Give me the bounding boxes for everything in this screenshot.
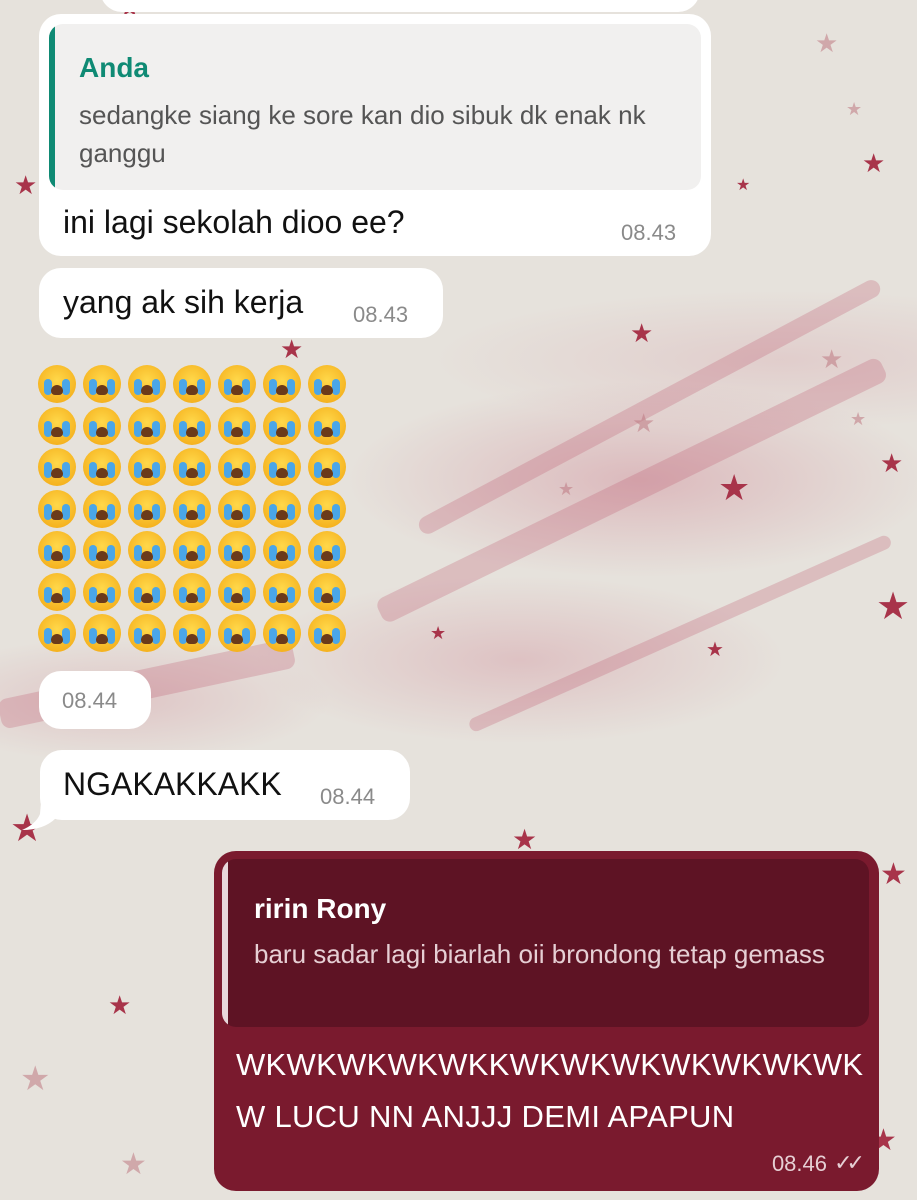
emoji-message[interactable] <box>38 365 353 656</box>
message-time: 08.43 <box>621 220 677 245</box>
loudly-crying-face-icon <box>173 406 211 445</box>
wallpaper-streak <box>467 533 894 734</box>
loudly-crying-face-icon <box>83 531 121 569</box>
loudly-crying-face-icon <box>308 448 346 486</box>
loudly-crying-face-icon <box>173 448 211 486</box>
loudly-crying-face-icon <box>218 572 256 611</box>
loudly-crying-face-icon <box>263 614 301 652</box>
loudly-crying-face-icon <box>173 531 211 569</box>
loudly-crying-face-icon <box>263 531 301 569</box>
loudly-crying-face-icon <box>308 531 346 569</box>
message-time: 08.44 <box>320 784 376 809</box>
message-time: 08.43 <box>353 302 409 327</box>
message-text: yang ak sih kerja <box>63 284 304 320</box>
star-decoration: ★ <box>736 177 751 194</box>
quote-sender-name: Anda <box>79 52 149 83</box>
star-decoration: ★ <box>108 990 132 1020</box>
loudly-crying-face-icon <box>83 406 121 445</box>
message-text: NGAKAKKAKK <box>63 766 282 802</box>
outgoing-message-bubble[interactable]: ririn Rony baru sadar lagi biarlah oii b… <box>214 851 879 1191</box>
loudly-crying-face-icon <box>173 614 211 652</box>
star-decoration: ★ <box>280 334 304 364</box>
star-decoration: ★ <box>512 824 538 855</box>
message-time: 08.46 <box>771 1151 827 1176</box>
loudly-crying-face-icon <box>218 614 256 652</box>
double-check-icon: ✓✓ <box>834 1150 865 1175</box>
loudly-crying-face-icon <box>83 448 121 486</box>
loudly-crying-face-icon <box>308 614 346 652</box>
loudly-crying-face-icon <box>218 406 256 445</box>
reply-quote[interactable]: Anda sedangke siang ke sore kan dio sibu… <box>49 24 701 190</box>
loudly-crying-face-icon <box>38 365 76 403</box>
loudly-crying-face-icon <box>128 614 166 652</box>
star-decoration: ★ <box>815 28 839 58</box>
loudly-crying-face-icon <box>83 614 121 652</box>
star-decoration: ★ <box>558 479 575 499</box>
loudly-crying-face-icon <box>263 365 301 403</box>
message-time: 08.44 <box>62 688 118 713</box>
wallpaper-streak <box>374 355 890 625</box>
quote-accent-bar <box>49 24 55 190</box>
loudly-crying-face-icon <box>308 489 346 528</box>
loudly-crying-face-icon <box>218 489 256 528</box>
loudly-crying-face-icon <box>128 448 166 486</box>
loudly-crying-face-icon <box>128 365 166 403</box>
star-decoration: ★ <box>880 448 904 478</box>
incoming-message-bubble[interactable]: Anda sedangke siang ke sore kan dio sibu… <box>39 14 711 256</box>
quote-text: sedangke siang ke sore kan dio sibuk dk … <box>79 100 646 168</box>
message-text: WKWKWKWKWKKWKWKWKWKWKWKWKW LUCU NN ANJJJ… <box>236 1047 864 1134</box>
loudly-crying-face-icon <box>38 448 76 486</box>
loudly-crying-face-icon <box>83 365 121 403</box>
loudly-crying-face-icon <box>38 531 76 569</box>
star-decoration: ★ <box>20 1060 51 1098</box>
loudly-crying-face-icon <box>128 489 166 528</box>
star-decoration: ★ <box>876 586 911 628</box>
star-decoration: ★ <box>718 467 751 508</box>
star-decoration: ★ <box>820 344 844 374</box>
quote-accent-bar <box>222 859 228 1027</box>
loudly-crying-face-icon <box>263 572 301 611</box>
loudly-crying-face-icon <box>263 448 301 486</box>
loudly-crying-face-icon <box>38 406 76 445</box>
star-decoration: ★ <box>430 623 447 643</box>
timestamp-pill: 08.44 <box>39 671 151 729</box>
previous-message-bubble[interactable] <box>100 0 700 12</box>
loudly-crying-face-icon <box>128 406 166 445</box>
loudly-crying-face-icon <box>38 572 76 611</box>
star-decoration: ★ <box>706 639 724 661</box>
reply-quote[interactable]: ririn Rony baru sadar lagi biarlah oii b… <box>222 859 869 1027</box>
loudly-crying-face-icon <box>38 489 76 528</box>
star-decoration: ★ <box>14 170 38 200</box>
star-decoration: ★ <box>862 148 886 178</box>
loudly-crying-face-icon <box>308 365 346 403</box>
star-decoration: ★ <box>850 409 867 429</box>
loudly-crying-face-icon <box>83 489 121 528</box>
star-decoration: ★ <box>632 408 656 438</box>
star-decoration: ★ <box>630 318 654 348</box>
star-decoration: ★ <box>846 99 863 119</box>
loudly-crying-face-icon <box>173 572 211 611</box>
star-decoration: ★ <box>880 858 907 891</box>
loudly-crying-face-icon <box>218 531 256 569</box>
quote-sender-name: ririn Rony <box>254 893 387 924</box>
loudly-crying-face-icon <box>173 489 211 528</box>
loudly-crying-face-icon <box>218 365 256 403</box>
star-decoration: ★ <box>120 1148 147 1181</box>
loudly-crying-face-icon <box>128 572 166 611</box>
loudly-crying-face-icon <box>308 406 346 445</box>
loudly-crying-face-icon <box>218 448 256 486</box>
loudly-crying-face-icon <box>128 531 166 569</box>
incoming-message-bubble[interactable]: yang ak sih kerja 08.43 <box>39 268 443 338</box>
loudly-crying-face-icon <box>83 572 121 611</box>
quote-text: baru sadar lagi biarlah oii brondong tet… <box>254 939 825 969</box>
loudly-crying-face-icon <box>263 406 301 445</box>
incoming-message-bubble[interactable]: NGAKAKKAKK 08.44 <box>40 750 410 820</box>
loudly-crying-face-icon <box>173 365 211 403</box>
loudly-crying-face-icon <box>38 614 76 652</box>
message-text: ini lagi sekolah dioo ee? <box>63 204 405 240</box>
loudly-crying-face-icon <box>263 489 301 528</box>
loudly-crying-face-icon <box>308 572 346 611</box>
